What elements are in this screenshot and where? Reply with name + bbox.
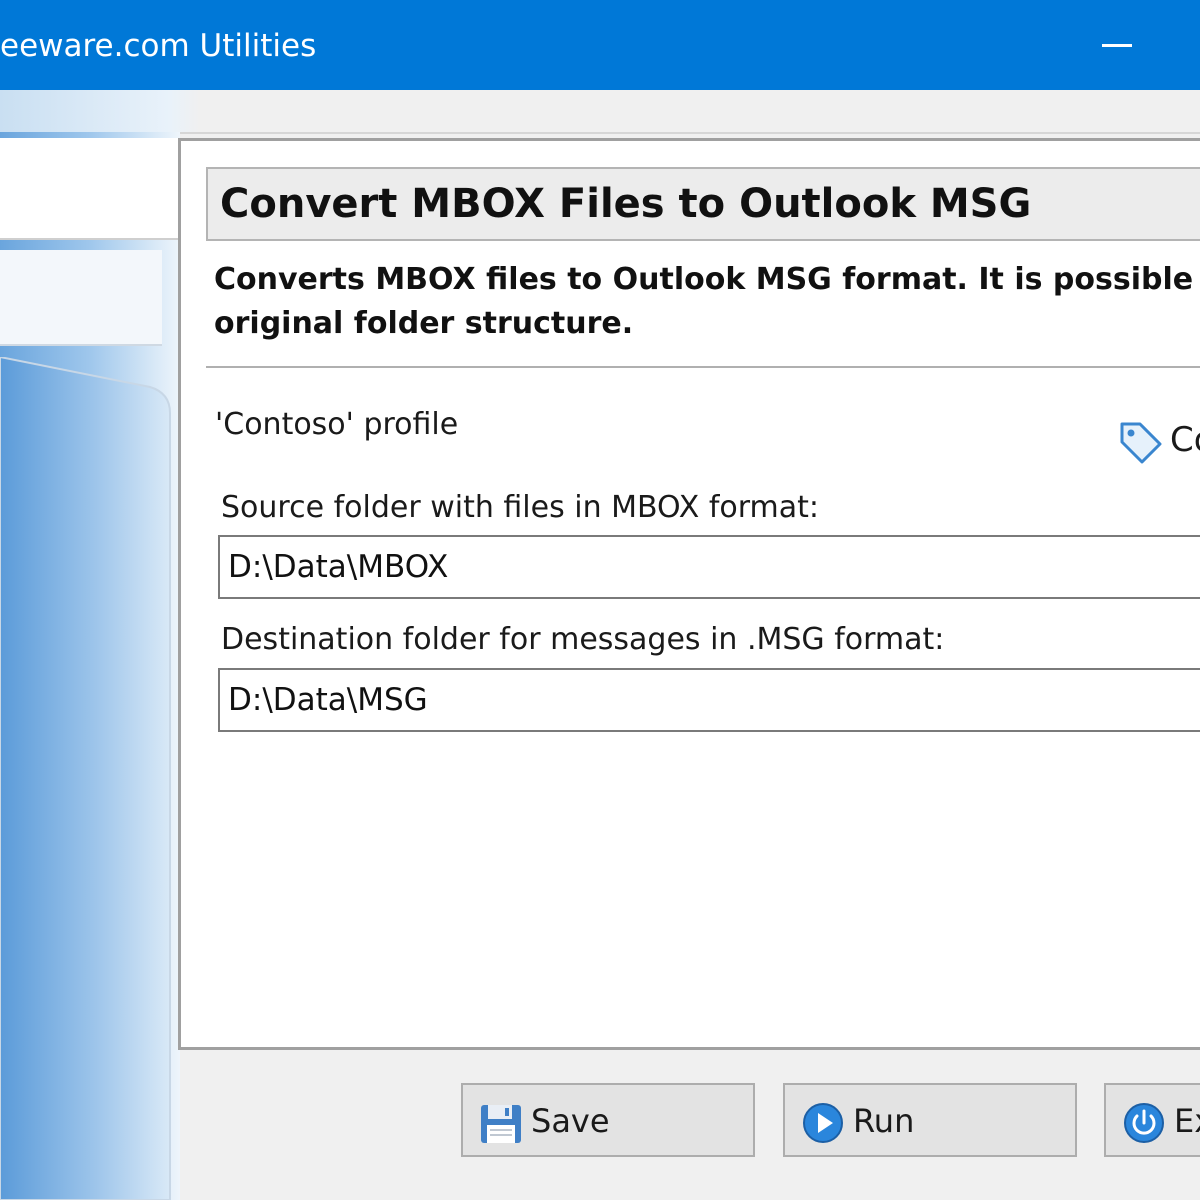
- play-icon: [803, 1103, 843, 1143]
- floppy-disk-icon: [481, 1105, 521, 1143]
- tag-icon: [1120, 422, 1162, 464]
- exit-button[interactable]: Ex: [1104, 1083, 1200, 1157]
- power-icon: [1124, 1103, 1164, 1143]
- app-window: eeware.com Utilities Convert MBOX Files …: [0, 0, 1200, 1200]
- title-bar[interactable]: eeware.com Utilities: [0, 0, 1200, 90]
- task-title: Convert MBOX Files to Outlook MSG: [220, 181, 1032, 227]
- save-button-label: Save: [531, 1102, 610, 1140]
- sidebar-item[interactable]: [0, 250, 162, 346]
- task-description-line-2: original folder structure.: [214, 306, 634, 341]
- destination-folder-input[interactable]: [218, 668, 1200, 732]
- sidebar: [0, 132, 180, 1200]
- window-title: eeware.com Utilities: [0, 28, 317, 64]
- minimize-icon: [1102, 44, 1132, 47]
- run-button[interactable]: Run: [783, 1083, 1077, 1157]
- sidebar-search-panel[interactable]: [0, 138, 180, 240]
- source-folder-label: Source folder with files in MBOX format:: [221, 490, 820, 525]
- exit-button-label: Ex: [1174, 1102, 1200, 1140]
- sidebar-background-shape: [0, 357, 171, 1200]
- task-description: Converts MBOX files to Outlook MSG forma…: [214, 258, 1200, 346]
- task-description-line-1: Converts MBOX files to Outlook MSG forma…: [214, 262, 1200, 297]
- minimize-button[interactable]: [1066, 0, 1166, 90]
- save-button[interactable]: Save: [461, 1083, 755, 1157]
- profile-label: 'Contoso' profile: [215, 407, 459, 442]
- profile-link-label: Co: [1170, 420, 1200, 460]
- toolbar-strip: [0, 90, 1200, 134]
- source-folder-input[interactable]: [218, 535, 1200, 599]
- header-separator: [206, 366, 1200, 368]
- run-button-label: Run: [853, 1102, 915, 1140]
- destination-folder-label: Destination folder for messages in .MSG …: [221, 622, 945, 657]
- task-header: Convert MBOX Files to Outlook MSG: [206, 167, 1200, 241]
